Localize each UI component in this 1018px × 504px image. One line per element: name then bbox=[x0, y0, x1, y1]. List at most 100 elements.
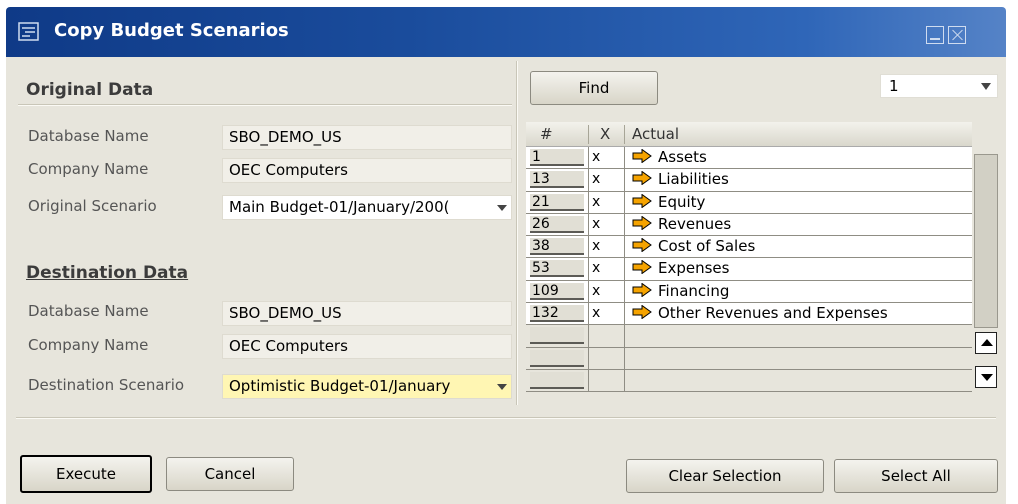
row-number-cell[interactable]: 109 bbox=[530, 282, 584, 300]
cell-separator bbox=[588, 369, 589, 392]
cell-separator bbox=[588, 347, 589, 369]
page-combo[interactable]: 1 bbox=[880, 74, 998, 98]
row-number-cell[interactable]: 132 bbox=[530, 305, 584, 323]
account-name: Equity bbox=[658, 192, 706, 211]
original-scenario-combo[interactable]: Main Budget-01/January/200( bbox=[222, 195, 512, 220]
chevron-down-icon[interactable] bbox=[497, 384, 507, 390]
orange-arrow-icon[interactable] bbox=[632, 193, 652, 208]
selection-cell[interactable]: x bbox=[592, 149, 600, 165]
dialog-body: Original Data Database Name SBO_DEMO_US … bbox=[6, 57, 1006, 504]
table-row[interactable]: 53 x Expenses bbox=[526, 258, 972, 281]
account-name: Expenses bbox=[658, 259, 730, 278]
table-row[interactable] bbox=[526, 369, 972, 393]
title-bar[interactable]: Copy Budget Scenarios bbox=[6, 7, 1006, 57]
row-number-cell[interactable]: 21 bbox=[530, 193, 584, 211]
selection-cell[interactable]: x bbox=[592, 238, 600, 254]
destination-scenario-combo[interactable]: Optimistic Budget-01/January bbox=[222, 374, 512, 399]
account-cell[interactable]: Financing bbox=[632, 281, 729, 301]
row-number-cell[interactable] bbox=[530, 327, 584, 345]
selection-cell[interactable]: x bbox=[592, 260, 600, 276]
row-number-cell[interactable]: 53 bbox=[530, 260, 584, 278]
row-number-cell[interactable]: 1 bbox=[530, 149, 584, 166]
table-row[interactable]: 1 x Assets bbox=[526, 147, 972, 170]
row-number-cell[interactable]: 38 bbox=[530, 238, 584, 256]
account-name: Other Revenues and Expenses bbox=[658, 304, 888, 323]
table-row[interactable]: 26 x Revenues bbox=[526, 213, 972, 237]
cell-separator bbox=[624, 213, 625, 236]
cancel-button[interactable]: Cancel bbox=[166, 457, 294, 491]
cell-separator bbox=[588, 280, 589, 303]
account-cell[interactable]: Revenues bbox=[632, 214, 731, 234]
account-name: Cost of Sales bbox=[658, 237, 756, 256]
orange-arrow-icon[interactable] bbox=[632, 215, 652, 230]
account-cell[interactable]: Equity bbox=[632, 192, 705, 212]
cell-separator bbox=[624, 369, 625, 392]
row-number-cell[interactable] bbox=[530, 349, 584, 367]
vertical-divider bbox=[516, 61, 518, 405]
column-header-num[interactable]: # bbox=[540, 125, 553, 143]
table-row[interactable]: 38 x Cost of Sales bbox=[526, 236, 972, 259]
orange-arrow-icon[interactable] bbox=[632, 260, 652, 275]
account-cell[interactable]: Other Revenues and Expenses bbox=[632, 303, 888, 323]
original-company-field: OEC Computers bbox=[222, 158, 512, 183]
selection-cell[interactable]: x bbox=[592, 283, 600, 299]
table-row[interactable] bbox=[526, 347, 972, 370]
scroll-down-icon[interactable] bbox=[975, 366, 997, 388]
cell-separator bbox=[624, 147, 625, 169]
grid-rows: 1 x Assets 13 x Liabilities 21 x Equity 26 x Revenu… bbox=[526, 147, 972, 393]
grid-scrollbar[interactable] bbox=[974, 154, 998, 390]
cell-separator bbox=[588, 169, 589, 191]
cell-separator bbox=[624, 236, 625, 258]
destination-database-label: Database Name bbox=[28, 302, 149, 320]
account-cell[interactable]: Liabilities bbox=[632, 169, 729, 189]
column-header-x[interactable]: X bbox=[600, 125, 610, 143]
chevron-down-icon[interactable] bbox=[497, 205, 507, 211]
cell-separator bbox=[588, 191, 589, 213]
row-number-cell[interactable]: 13 bbox=[530, 171, 584, 189]
original-database-field: SBO_DEMO_US bbox=[222, 125, 512, 150]
column-separator bbox=[624, 125, 625, 144]
cell-separator bbox=[624, 258, 625, 280]
account-cell[interactable]: Expenses bbox=[632, 258, 729, 278]
cell-separator bbox=[624, 169, 625, 191]
orange-arrow-icon[interactable] bbox=[632, 238, 652, 253]
bottom-divider bbox=[16, 417, 996, 419]
selection-cell[interactable]: x bbox=[592, 194, 600, 210]
execute-button[interactable]: Execute bbox=[20, 455, 152, 493]
table-row[interactable]: 13 x Liabilities bbox=[526, 169, 972, 192]
table-row[interactable]: 21 x Equity bbox=[526, 191, 972, 214]
table-row[interactable]: 132 x Other Revenues and Expenses bbox=[526, 303, 972, 326]
form-icon bbox=[18, 22, 39, 41]
selection-cell[interactable]: x bbox=[592, 305, 600, 321]
column-separator bbox=[588, 125, 589, 144]
chevron-down-icon[interactable] bbox=[981, 83, 991, 90]
cell-separator bbox=[624, 325, 625, 347]
orange-arrow-icon[interactable] bbox=[632, 171, 652, 186]
original-data-title: Original Data bbox=[26, 80, 154, 100]
close-icon[interactable] bbox=[948, 26, 966, 44]
table-row[interactable] bbox=[526, 325, 972, 348]
find-button[interactable]: Find bbox=[530, 71, 658, 105]
cell-separator bbox=[624, 191, 625, 213]
column-header-actual[interactable]: Actual bbox=[632, 125, 679, 143]
minimize-icon[interactable] bbox=[926, 26, 944, 44]
cell-separator bbox=[624, 303, 625, 325]
window-title: Copy Budget Scenarios bbox=[54, 20, 289, 41]
orange-arrow-icon[interactable] bbox=[632, 305, 652, 320]
scroll-track[interactable] bbox=[974, 154, 998, 328]
scroll-up-icon[interactable] bbox=[975, 332, 997, 354]
selection-cell[interactable]: x bbox=[592, 216, 600, 232]
account-cell[interactable]: Cost of Sales bbox=[632, 236, 755, 256]
cell-separator bbox=[624, 347, 625, 369]
section-divider bbox=[18, 104, 512, 106]
account-cell[interactable]: Assets bbox=[632, 147, 707, 167]
select-all-button[interactable]: Select All bbox=[834, 459, 998, 493]
table-row[interactable]: 109 x Financing bbox=[526, 280, 972, 304]
row-number-cell[interactable] bbox=[530, 371, 584, 389]
orange-arrow-icon[interactable] bbox=[632, 149, 652, 163]
row-number-cell[interactable]: 26 bbox=[530, 215, 584, 233]
original-scenario-label: Original Scenario bbox=[28, 197, 157, 215]
selection-cell[interactable]: x bbox=[592, 171, 600, 187]
clear-selection-button[interactable]: Clear Selection bbox=[626, 459, 824, 493]
orange-arrow-icon[interactable] bbox=[632, 282, 652, 297]
